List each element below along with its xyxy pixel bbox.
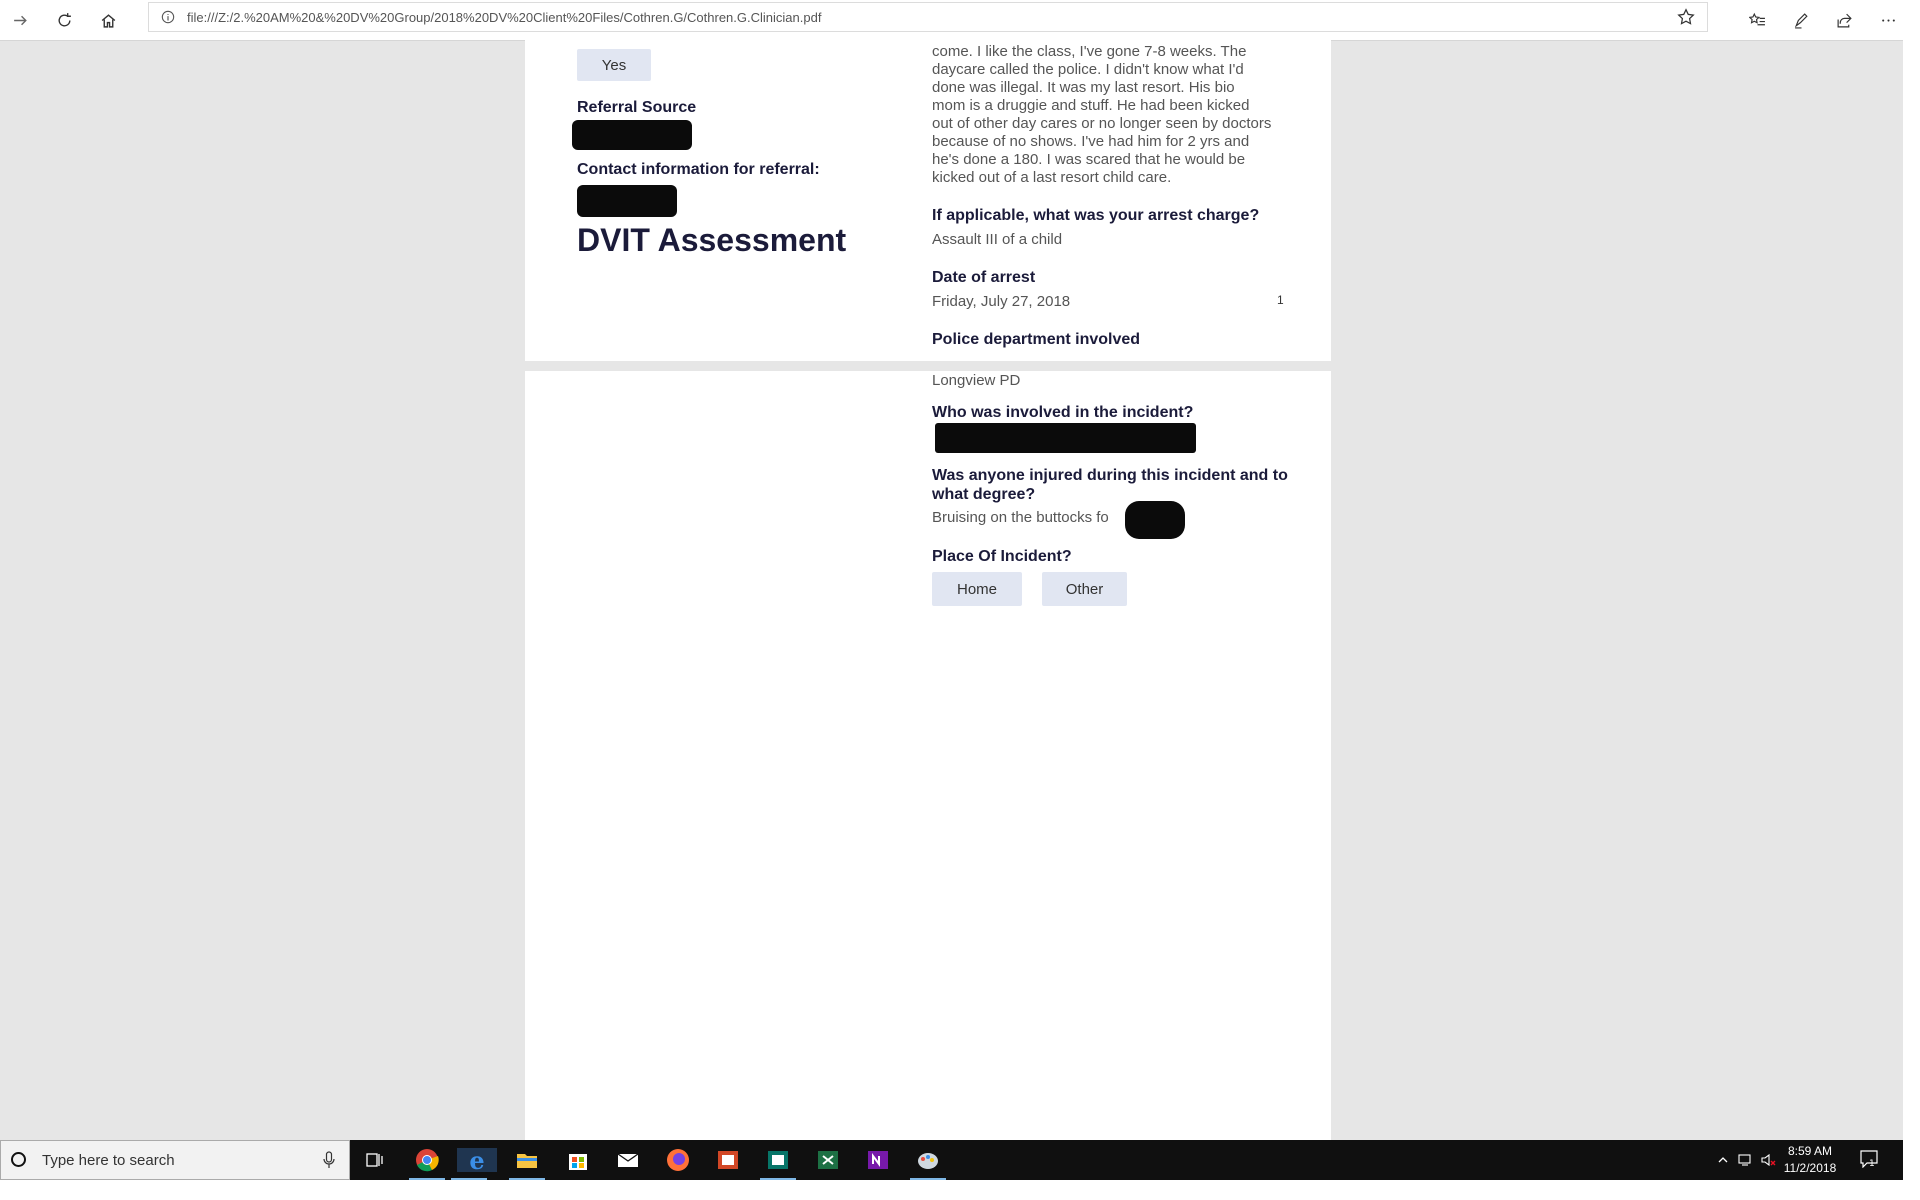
yes-option: Yes — [577, 49, 651, 81]
microphone-icon[interactable] — [323, 1151, 335, 1169]
address-bar[interactable]: file:///Z:/2.%20AM%20&%20DV%20Group/2018… — [148, 2, 1708, 32]
section-title: DVIT Assessment — [577, 222, 847, 258]
store-icon[interactable] — [566, 1148, 590, 1172]
arrest-charge-value: Assault III of a child — [932, 231, 1063, 248]
cortana-icon[interactable] — [11, 1152, 26, 1167]
url-text[interactable]: file:///Z:/2.%20AM%20&%20DV%20Group/2018… — [187, 10, 821, 25]
page-number: 1 — [1277, 293, 1284, 307]
place-option-home: Home — [932, 572, 1022, 606]
police-department-value: Longview PD — [932, 372, 1021, 389]
arrest-date-label: Date of arrest — [932, 269, 1036, 286]
favorites-hub-icon[interactable] — [1743, 6, 1771, 34]
pdf-page-1: Yes Referral Source Contact information … — [525, 40, 1331, 361]
referral-source-label: Referral Source — [577, 99, 697, 116]
taskbar-search-box[interactable]: Type here to search — [0, 1140, 350, 1180]
forward-icon[interactable] — [6, 6, 34, 34]
taskbar-clock[interactable]: 8:59 AM 11/2/2018 — [1780, 1143, 1840, 1177]
windows-taskbar: Type here to search e 8:59 AM 11/2/2018 … — [0, 1140, 1903, 1180]
clock-date: 11/2/2018 — [1783, 1161, 1837, 1175]
injury-value: Bruising on the buttocks fo — [932, 509, 1109, 526]
place-option-other: Other — [1042, 572, 1127, 606]
injury-label: Was anyone injured during this incident … — [932, 467, 1288, 503]
screen-bottom-margin — [0, 1180, 1903, 1200]
arrest-charge-label: If applicable, what was your arrest char… — [932, 207, 1260, 224]
paint-icon[interactable] — [910, 1148, 946, 1180]
clock-time: 8:59 AM — [1787, 1144, 1833, 1158]
redaction-mark — [577, 185, 677, 217]
browser-toolbar: file:///Z:/2.%20AM%20&%20DV%20Group/2018… — [0, 0, 1903, 41]
mail-icon[interactable] — [616, 1148, 640, 1172]
firefox-icon[interactable] — [666, 1148, 690, 1172]
info-icon[interactable] — [161, 10, 175, 24]
police-department-label: Police department involved — [932, 331, 1141, 348]
task-view-icon[interactable] — [363, 1148, 387, 1172]
home-icon[interactable] — [94, 6, 122, 34]
refresh-icon[interactable] — [50, 6, 78, 34]
favorite-star-icon[interactable] — [1677, 8, 1695, 26]
edge-icon[interactable]: e — [451, 1146, 497, 1180]
volume-muted-icon[interactable] — [1760, 1140, 1776, 1180]
screen-right-edge — [1903, 0, 1920, 1200]
onenote-icon[interactable] — [866, 1148, 890, 1172]
powerpoint-icon[interactable] — [716, 1148, 740, 1172]
excel-icon[interactable] — [816, 1148, 840, 1172]
file-explorer-icon[interactable] — [509, 1148, 545, 1180]
chrome-icon[interactable] — [409, 1148, 445, 1180]
contact-info-label: Contact information for referral: — [577, 161, 820, 178]
screen: file:///Z:/2.%20AM%20&%20DV%20Group/2018… — [0, 0, 1903, 1200]
more-icon[interactable] — [1874, 6, 1902, 34]
network-icon[interactable] — [1738, 1140, 1754, 1180]
publisher-icon[interactable] — [760, 1148, 796, 1180]
arrest-date-value: Friday, July 27, 2018 — [932, 293, 1071, 310]
pdf-page-2: Longview PD Who was involved in the inci… — [525, 371, 1331, 1140]
involved-label: Who was involved in the incident? — [932, 404, 1194, 421]
pen-icon[interactable] — [1787, 6, 1815, 34]
narrative-text: come. I like the class, I've gone 7-8 we… — [932, 43, 1272, 186]
redaction-mark — [1125, 501, 1185, 539]
search-placeholder[interactable]: Type here to search — [42, 1152, 175, 1169]
action-center-icon[interactable]: 1 — [1860, 1150, 1880, 1168]
share-icon[interactable] — [1830, 6, 1858, 34]
show-hidden-icons-icon[interactable] — [1717, 1140, 1729, 1180]
svg-text:1: 1 — [1869, 1159, 1875, 1168]
redaction-mark — [572, 120, 692, 150]
redaction-mark — [935, 423, 1196, 453]
place-of-incident-label: Place Of Incident? — [932, 548, 1072, 565]
